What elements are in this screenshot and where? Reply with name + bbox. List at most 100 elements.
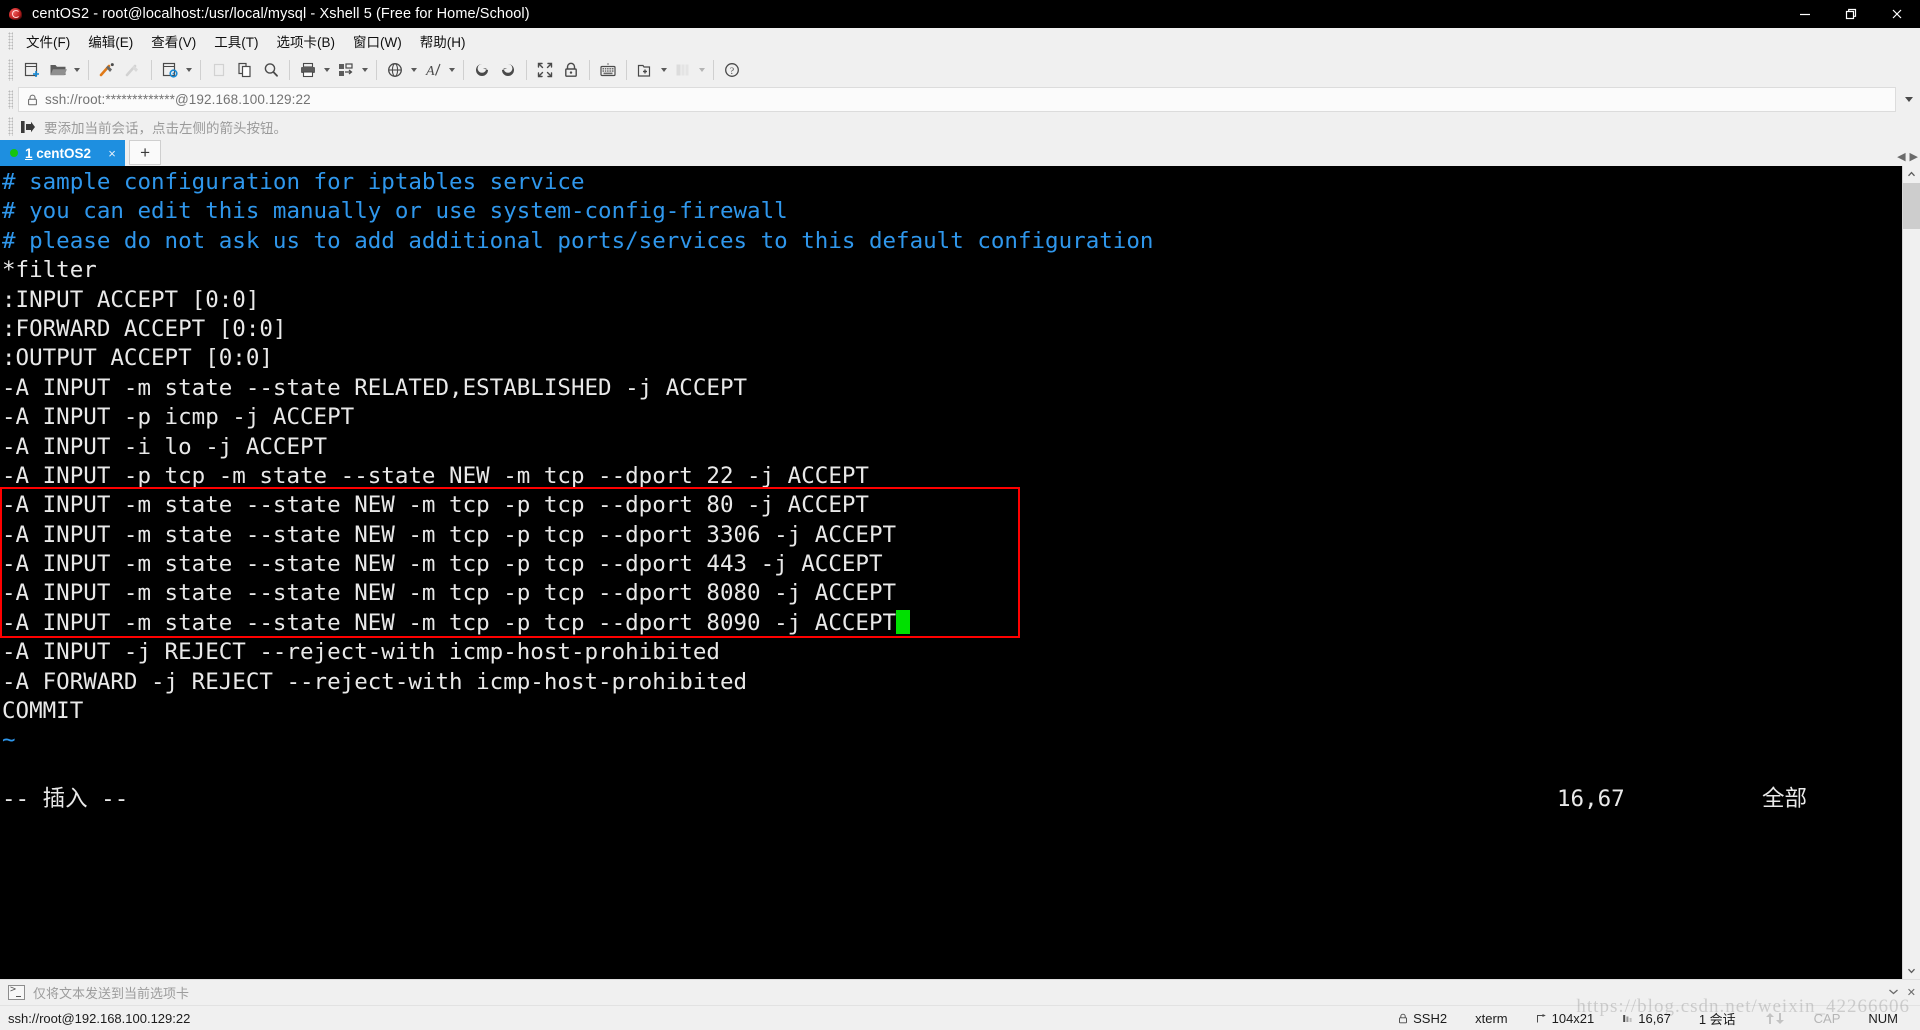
maximize-button[interactable] (1828, 0, 1874, 28)
terminal-line-text: :INPUT ACCEPT [0:0] (2, 286, 260, 313)
fullscreen-icon[interactable] (532, 57, 558, 83)
send-bar-close-icon[interactable]: ✕ (1907, 986, 1916, 999)
menu-edit[interactable]: 编辑(E) (79, 28, 142, 54)
menu-help[interactable]: 帮助(H) (411, 28, 475, 54)
window-title: centOS2 - root@localhost:/usr/local/mysq… (32, 6, 530, 22)
svg-text:A: A (425, 64, 435, 79)
terminal-line: -A INPUT -i lo -j ACCEPT (2, 433, 1902, 462)
svg-text:?: ? (730, 67, 734, 77)
copy-page-icon[interactable] (206, 57, 232, 83)
minimize-button[interactable] (1782, 0, 1828, 28)
globe-icon[interactable] (382, 57, 408, 83)
new-session-icon[interactable] (19, 57, 45, 83)
globe-caret[interactable] (408, 57, 420, 83)
status-dimensions: 104x21 (1522, 1011, 1609, 1026)
print-icon[interactable] (295, 57, 321, 83)
terminal-line: -A INPUT -j REJECT --reject-with icmp-ho… (2, 638, 1902, 667)
tab-index: 1 (25, 145, 33, 161)
terminal-line: -A FORWARD -j REJECT --reject-with icmp-… (2, 668, 1902, 697)
address-input[interactable]: ssh://root:*************@192.168.100.129… (18, 87, 1896, 112)
disconnect-icon[interactable] (120, 57, 146, 83)
vim-scroll-scope: 全部 (1762, 786, 1808, 813)
keyboard-icon[interactable] (595, 57, 621, 83)
transfer-icon[interactable] (333, 57, 359, 83)
terminal-line: # you can edit this manually or use syst… (2, 197, 1902, 226)
status-cursor-position: 16,67 (1608, 1011, 1685, 1026)
toolbar-separator (88, 60, 89, 80)
terminal-line-text: -A INPUT -i lo -j ACCEPT (2, 433, 328, 460)
tab-scroll-controls: ◀ ▶ (1897, 152, 1918, 163)
scrollbar-thumb[interactable] (1903, 183, 1920, 229)
status-connection: ssh://root@192.168.100.129:22 (8, 1010, 191, 1026)
send-bar-collapse-icon[interactable] (1888, 987, 1899, 999)
reconnect-icon[interactable] (94, 57, 120, 83)
scroll-down-icon[interactable] (1903, 962, 1920, 979)
session-hint-bar: 要添加当前会话，点击左侧的箭头按钮。 (0, 113, 1920, 140)
send-bar-label[interactable]: 仅将文本发送到当前选项卡 (33, 983, 189, 1002)
menu-tabs[interactable]: 选项卡(B) (268, 28, 345, 54)
terminal-line-text: -A INPUT -m state --state NEW -m tcp -p … (2, 521, 897, 548)
close-button[interactable] (1874, 0, 1920, 28)
add-session-arrow-icon[interactable] (20, 120, 36, 134)
toolbar-separator (151, 60, 152, 80)
menu-tools[interactable]: 工具(T) (205, 28, 267, 54)
address-value: ssh://root:*************@192.168.100.129… (45, 92, 311, 107)
terminal-line-text: -A INPUT -m state --state NEW -m tcp -p … (2, 551, 883, 578)
addressbar-grip-handle[interactable] (8, 90, 13, 109)
scrollbar-track[interactable] (1903, 229, 1920, 962)
status-transfer (1750, 1012, 1800, 1025)
terminal-line: -A INPUT -m state --state NEW -m tcp -p … (2, 550, 1902, 579)
terminal-line: COMMIT (2, 697, 1902, 726)
layout-caret[interactable] (696, 57, 708, 83)
terminal-line-text: *filter (2, 257, 97, 284)
font-icon[interactable]: A (420, 57, 446, 83)
find-icon[interactable] (258, 57, 284, 83)
menu-bar: 文件(F) 编辑(E) 查看(V) 工具(T) 选项卡(B) 窗口(W) 帮助(… (0, 28, 1920, 54)
scroll-up-icon[interactable] (1903, 166, 1920, 183)
toolbar-separator (713, 60, 714, 80)
address-dropdown-button[interactable] (1898, 88, 1920, 111)
ssh-key-icon[interactable] (495, 57, 521, 83)
tab-centos2[interactable]: 1 centOS2 × (0, 140, 126, 166)
toolbar-grip-handle[interactable] (8, 59, 13, 81)
address-bar: ssh://root:*************@192.168.100.129… (0, 86, 1920, 113)
properties-caret[interactable] (183, 57, 195, 83)
status-bar-right: SSH2 xterm 104x21 16,67 1 会话 CAP NUM (1384, 1009, 1912, 1028)
vim-mode-indicator: -- 插入 -- (2, 786, 129, 813)
terminal-line: -A INPUT -m state --state NEW -m tcp -p … (2, 609, 1902, 638)
lock-icon[interactable] (558, 57, 584, 83)
menu-grip-handle[interactable] (8, 32, 13, 50)
paste-icon[interactable] (232, 57, 258, 83)
terminal-scrollbar[interactable] (1902, 166, 1920, 979)
status-caps-lock-label: CAP (1813, 1010, 1841, 1026)
tab-close-icon[interactable]: × (105, 146, 119, 161)
menu-window[interactable]: 窗口(W) (344, 28, 411, 54)
ssh-tunnel-icon[interactable] (469, 57, 495, 83)
transfer-caret[interactable] (359, 57, 371, 83)
terminal-line: *filter (2, 256, 1902, 285)
layout-icon[interactable] (670, 57, 696, 83)
open-folder-icon[interactable] (45, 57, 71, 83)
lock-icon (27, 94, 38, 106)
menu-view[interactable]: 查看(V) (142, 28, 205, 54)
print-caret[interactable] (321, 57, 333, 83)
terminal-screen[interactable]: # sample configuration for iptables serv… (0, 166, 1902, 979)
new-tab-icon[interactable] (632, 57, 658, 83)
hintbar-grip-handle[interactable] (8, 117, 13, 136)
terminal-line-text: COMMIT (2, 698, 84, 725)
menu-file[interactable]: 文件(F) (17, 28, 79, 54)
status-bar: ssh://root@192.168.100.129:22 https://bl… (0, 996, 1920, 1030)
help-icon[interactable]: ? (719, 57, 745, 83)
connection-status-dot (10, 149, 18, 157)
open-folder-caret[interactable] (71, 57, 83, 83)
new-tab-caret[interactable] (658, 57, 670, 83)
new-tab-button[interactable]: + (129, 140, 162, 165)
terminal-area: # sample configuration for iptables serv… (0, 166, 1920, 979)
tab-scroll-right-icon[interactable]: ▶ (1910, 152, 1918, 163)
terminal-line-text: -A INPUT -p icmp -j ACCEPT (2, 404, 355, 431)
terminal-line: -A INPUT -m state --state NEW -m tcp -p … (2, 521, 1902, 550)
font-caret[interactable] (446, 57, 458, 83)
properties-icon[interactable] (157, 57, 183, 83)
transfer-arrows-icon (1764, 1012, 1786, 1025)
tab-scroll-left-icon[interactable]: ◀ (1897, 152, 1905, 163)
